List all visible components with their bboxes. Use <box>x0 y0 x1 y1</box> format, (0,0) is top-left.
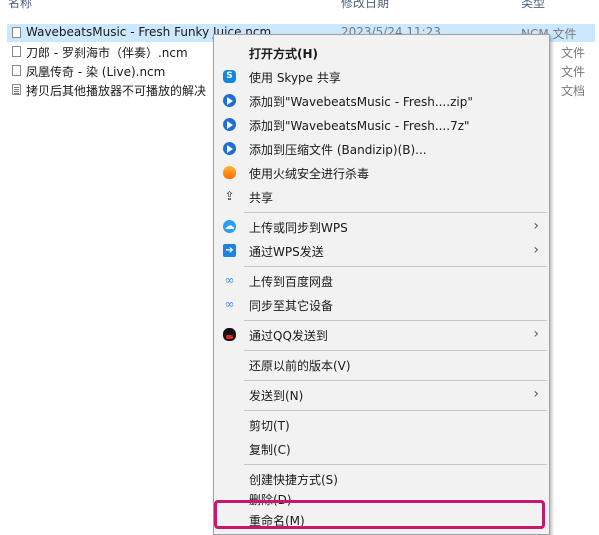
bandizip-icon <box>223 142 236 155</box>
menu-separator <box>244 212 547 213</box>
menu-label: 通过WPS发送 <box>249 245 324 259</box>
menu-copy[interactable]: 复制(C) <box>214 437 549 461</box>
menu-separator <box>244 350 547 351</box>
menu-restore-versions[interactable]: 还原以前的版本(V) <box>214 353 549 377</box>
file-icon <box>12 46 21 57</box>
file-icon <box>12 27 21 38</box>
menu-share[interactable]: ⇪ 共享 <box>214 185 549 209</box>
menu-cut[interactable]: 剪切(T) <box>214 413 549 437</box>
menu-baidu-upload[interactable]: ∞ 上传到百度网盘 <box>214 269 549 293</box>
menu-label: 使用火绒安全进行杀毒 <box>249 167 370 181</box>
menu-label: 使用 Skype 共享 <box>249 71 341 85</box>
column-header: 名称 修改日期 类型 <box>0 0 599 20</box>
chevron-right-icon: › <box>533 218 539 234</box>
column-name[interactable]: 名称 <box>8 0 32 11</box>
column-type[interactable]: 类型 <box>521 0 545 11</box>
menu-label: 发送到(N) <box>249 389 304 403</box>
file-name: 拷贝后其他播放器不可播放的解决 <box>26 84 207 98</box>
menu-label: 同步至其它设备 <box>249 299 334 313</box>
menu-qq-send[interactable]: 通过QQ发送到 › <box>214 323 549 347</box>
file-type: 文档 <box>561 84 586 98</box>
menu-label: 上传到百度网盘 <box>249 275 334 289</box>
menu-label: 还原以前的版本(V) <box>249 359 351 373</box>
menu-add-bandizip[interactable]: 添加到压缩文件 (Bandizip)(B)... <box>214 137 549 161</box>
menu-label: 添加到压缩文件 (Bandizip)(B)... <box>249 143 427 157</box>
huorong-fire-icon <box>223 166 236 179</box>
wps-cloud-icon: ☁ <box>223 220 236 233</box>
menu-label: 打开方式(H) <box>249 47 319 61</box>
file-name: 刀郎 - 罗刹海市（伴奏）.ncm <box>26 46 188 60</box>
chevron-right-icon: › <box>533 386 539 402</box>
menu-skype-share[interactable]: S 使用 Skype 共享 <box>214 65 549 89</box>
menu-label: 共享 <box>249 191 274 205</box>
chevron-right-icon: › <box>533 326 539 342</box>
menu-label: 添加到"WavebeatsMusic - Fresh....zip" <box>249 95 473 109</box>
menu-label: 添加到"WavebeatsMusic - Fresh....7z" <box>249 119 470 133</box>
column-date[interactable]: 修改日期 <box>341 0 389 11</box>
menu-label: 剪切(T) <box>249 419 290 433</box>
context-menu: 打开方式(H) S 使用 Skype 共享 添加到"WavebeatsMusic… <box>213 34 550 535</box>
menu-separator <box>244 410 547 411</box>
menu-separator <box>244 380 547 381</box>
file-name: 凤凰传奇 - 染 (Live).ncm <box>26 65 166 79</box>
menu-add-7z[interactable]: 添加到"WavebeatsMusic - Fresh....7z" <box>214 113 549 137</box>
menu-open-with[interactable]: 打开方式(H) <box>214 41 549 65</box>
bandizip-icon <box>223 118 236 131</box>
menu-label: 上传或同步到WPS <box>249 221 348 235</box>
file-type: 文件 <box>561 65 586 79</box>
menu-label: 删除(D) <box>249 493 292 507</box>
menu-rename[interactable]: 重命名(M) <box>214 508 549 532</box>
chevron-right-icon: › <box>533 242 539 258</box>
menu-label: 复制(C) <box>249 443 291 457</box>
wps-send-icon: ➔ <box>223 244 236 257</box>
menu-separator <box>244 464 547 465</box>
menu-sync-device[interactable]: ∞ 同步至其它设备 <box>214 293 549 317</box>
qq-penguin-icon <box>223 328 236 341</box>
menu-separator <box>244 320 547 321</box>
menu-send-to[interactable]: 发送到(N) › <box>214 383 549 407</box>
menu-wps-upload[interactable]: ☁ 上传或同步到WPS › <box>214 215 549 239</box>
text-file-icon <box>12 84 21 95</box>
menu-add-zip[interactable]: 添加到"WavebeatsMusic - Fresh....zip" <box>214 89 549 113</box>
menu-label: 通过QQ发送到 <box>249 329 328 343</box>
bandizip-icon <box>223 94 236 107</box>
menu-label: 创建快捷方式(S) <box>249 473 338 487</box>
menu-label: 重命名(M) <box>249 514 305 528</box>
menu-separator <box>244 266 547 267</box>
baidu-netdisk-icon: ∞ <box>224 297 235 311</box>
menu-huorong-scan[interactable]: 使用火绒安全进行杀毒 <box>214 161 549 185</box>
file-type: 文件 <box>561 46 586 60</box>
file-icon <box>12 65 21 76</box>
baidu-netdisk-icon: ∞ <box>224 273 235 287</box>
share-icon: ⇪ <box>224 189 235 203</box>
menu-wps-send[interactable]: ➔ 通过WPS发送 › <box>214 239 549 263</box>
skype-icon: S <box>223 70 236 83</box>
